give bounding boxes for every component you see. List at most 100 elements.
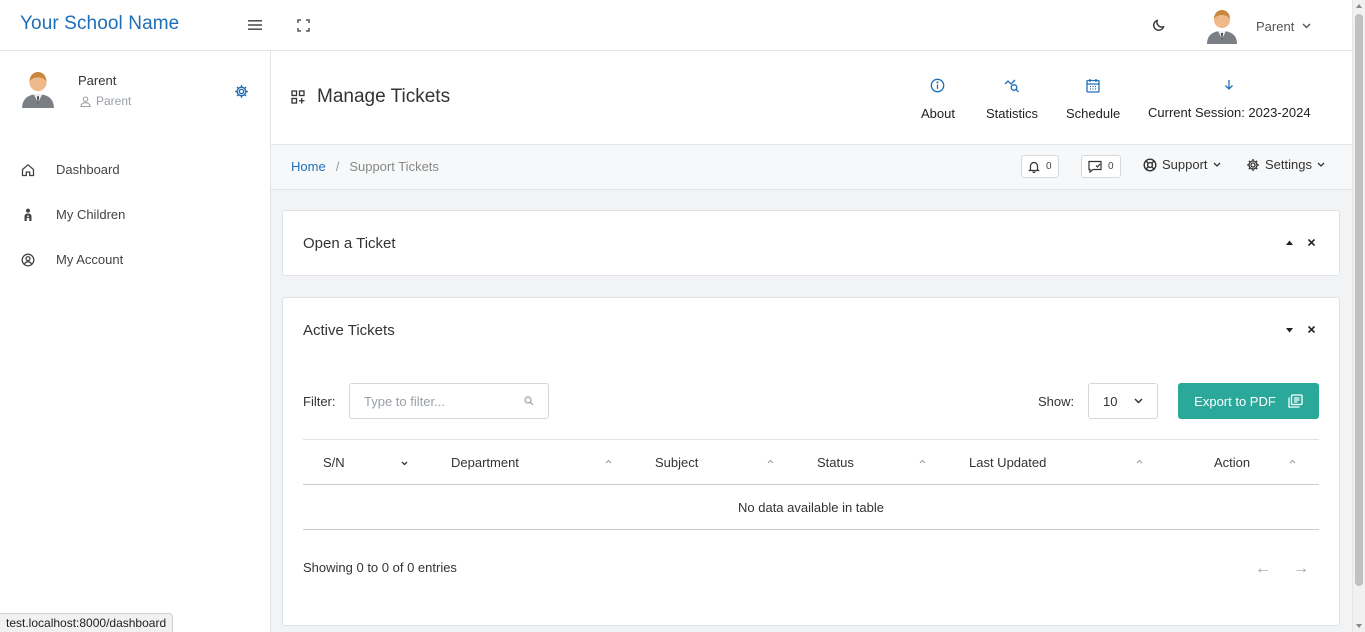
avatar [1207, 10, 1237, 44]
sidebar-item-label: My Account [56, 252, 124, 267]
link-status-bar: test.localhost:8000/dashboard [0, 613, 174, 632]
page-size-select[interactable]: 10 [1088, 383, 1158, 419]
page-size-value: 10 [1103, 393, 1118, 409]
breadcrumb-separator: / [335, 159, 340, 174]
chevron-down-icon [1302, 23, 1311, 29]
next-page-button[interactable]: → [1293, 560, 1309, 578]
user-name: Parent [1256, 18, 1295, 34]
collapse-caret-down-icon[interactable] [1286, 328, 1293, 333]
calendar-icon [1086, 79, 1100, 93]
filter-input[interactable] [350, 384, 510, 418]
active-tickets-title[interactable]: Active Tickets [303, 322, 395, 339]
tickets-table: S/N Department Subject Status Last Updat… [303, 439, 1319, 530]
column-header-department[interactable]: Department [451, 455, 519, 470]
gear-icon [1247, 158, 1259, 171]
sidebar: Parent Parent Dashboard My Children My A… [0, 51, 271, 632]
sort-desc-icon[interactable] [401, 461, 408, 466]
chevron-down-icon [1317, 162, 1325, 167]
sort-asc-icon[interactable] [605, 459, 612, 464]
collapse-caret-up-icon[interactable] [1286, 240, 1293, 245]
statistics-link[interactable]: Statistics [986, 78, 1038, 121]
chevron-down-icon [1213, 162, 1221, 167]
sidebar-item-my-children[interactable]: My Children [0, 192, 270, 237]
scroll-up-arrow-icon[interactable] [1356, 4, 1362, 8]
sort-asc-icon[interactable] [767, 459, 774, 464]
close-icon[interactable] [1308, 326, 1315, 333]
profile-avatar [22, 72, 54, 109]
profile-name: Parent [78, 73, 117, 88]
column-header-subject[interactable]: Subject [655, 455, 698, 470]
settings-dropdown[interactable]: Settings [1246, 157, 1325, 172]
export-pdf-button[interactable]: Export to PDF [1178, 383, 1319, 419]
lifebuoy-icon [1143, 157, 1157, 172]
sidebar-item-my-account[interactable]: My Account [0, 237, 270, 282]
arrow-down-icon [1225, 80, 1234, 90]
filter-label: Filter: [303, 394, 336, 409]
previous-page-button[interactable]: ← [1255, 560, 1271, 578]
filter-field[interactable] [349, 383, 549, 419]
about-link[interactable]: About [921, 78, 955, 121]
table-header: S/N Department Subject Status Last Updat… [303, 439, 1319, 485]
page-title-text: Manage Tickets [317, 86, 451, 107]
column-header-last-updated[interactable]: Last Updated [969, 455, 1046, 470]
profile-settings-gear-icon[interactable] [234, 84, 249, 99]
breadcrumb-current: Support Tickets [349, 159, 439, 174]
notifications-button[interactable]: 0 [1021, 155, 1059, 178]
scrollbar-thumb[interactable] [1355, 14, 1363, 586]
sort-asc-icon[interactable] [919, 459, 926, 464]
messages-count: 0 [1108, 161, 1114, 172]
column-header-status[interactable]: Status [817, 455, 854, 470]
hamburger-icon[interactable] [248, 19, 262, 31]
file-export-icon [1288, 394, 1303, 408]
statistics-label: Statistics [986, 106, 1039, 121]
user-circle-icon [21, 253, 35, 266]
show-label: Show: [1038, 394, 1075, 409]
message-icon [1088, 160, 1102, 173]
page-title: Manage Tickets [291, 86, 450, 108]
top-header: Your School Name Parent [0, 0, 1352, 51]
schedule-label: Schedule [1066, 106, 1121, 121]
sort-asc-icon[interactable] [1136, 459, 1143, 464]
support-label: Support [1162, 157, 1208, 172]
column-header-sn[interactable]: S/N [323, 455, 345, 470]
search-icon [524, 396, 534, 406]
info-icon [931, 78, 945, 93]
sidebar-item-label: Dashboard [56, 162, 120, 177]
profile-role: Parent [80, 94, 131, 108]
user-icon [80, 95, 91, 107]
stats-icon [1004, 79, 1019, 93]
grid-plus-icon [291, 90, 305, 104]
breadcrumb: Home / Support Tickets [291, 159, 439, 174]
profile-role-label: Parent [96, 94, 132, 108]
page-header: Manage Tickets About Statistics Schedule… [271, 51, 1352, 145]
support-dropdown[interactable]: Support [1143, 157, 1221, 172]
user-menu[interactable]: Parent [1205, 8, 1311, 44]
notifications-count: 0 [1046, 161, 1052, 172]
moon-icon[interactable] [1152, 18, 1166, 32]
about-label: About [921, 106, 955, 121]
scroll-down-arrow-icon[interactable] [1356, 624, 1362, 628]
current-session-link[interactable]: Current Session: 2023-2024 [1148, 78, 1311, 120]
home-icon [21, 163, 35, 176]
schedule-link[interactable]: Schedule [1066, 78, 1120, 121]
column-header-action[interactable]: Action [1214, 455, 1250, 470]
chevron-down-icon [1134, 398, 1143, 404]
sort-asc-icon[interactable] [1289, 459, 1296, 464]
messages-button[interactable]: 0 [1081, 155, 1121, 178]
sidebar-item-label: My Children [56, 207, 126, 222]
bell-icon [1028, 161, 1040, 173]
fullscreen-icon[interactable] [297, 19, 310, 32]
close-icon[interactable] [1308, 239, 1315, 246]
table-info: Showing 0 to 0 of 0 entries [303, 560, 457, 575]
brand-name[interactable]: Your School Name [20, 13, 179, 35]
empty-table-row: No data available in table [303, 485, 1319, 530]
breadcrumb-home[interactable]: Home [291, 159, 326, 174]
export-pdf-label: Export to PDF [1194, 393, 1276, 409]
open-ticket-card: Open a Ticket [282, 210, 1340, 276]
open-ticket-title[interactable]: Open a Ticket [303, 235, 396, 252]
vertical-scrollbar[interactable] [1352, 0, 1365, 632]
child-icon [24, 208, 32, 221]
sidebar-item-dashboard[interactable]: Dashboard [0, 147, 270, 192]
settings-label: Settings [1265, 157, 1312, 172]
active-tickets-card: Active Tickets Filter: Show: 10 Export t… [282, 297, 1340, 626]
